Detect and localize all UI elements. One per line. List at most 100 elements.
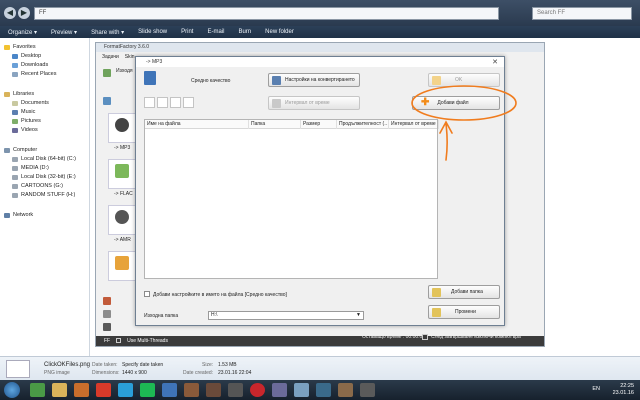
amr-tile[interactable] [108,205,136,235]
output-folder-label: Изходна папка [144,313,179,319]
mp3-format-icon [144,71,156,85]
app-icon-3[interactable] [316,383,331,397]
opera-app-icon[interactable] [96,383,111,397]
back-button[interactable]: ◀ [4,7,16,19]
taskbar: EN 22:25 23.01.16 [0,380,640,400]
date-taken-value[interactable]: Specify date taken [122,362,163,368]
nav-favorites[interactable]: Favorites [4,44,36,50]
mp3-tile[interactable] [108,113,136,143]
audio-category-icon[interactable] [103,97,111,105]
picture-category-icon[interactable] [103,297,111,305]
nav-drive-d[interactable]: MEDIA (D:) [12,165,49,171]
mp3-dialog: -> MP3 ✕ Средно качество Настройки на ко… [135,56,505,326]
share-with-menu[interactable]: Share with ▾ [91,29,124,36]
forward-button[interactable]: ▶ [18,7,30,19]
column-duration[interactable]: Продължителност (… [337,120,389,129]
check-icon [432,75,441,85]
time-interval-button[interactable]: Интервал от време [268,96,360,110]
nav-libraries[interactable]: Libraries [4,91,34,97]
email-button[interactable]: E-mail [207,29,224,35]
app-icon-5[interactable] [360,383,375,397]
search-input[interactable]: Search FF [532,7,632,20]
file-list[interactable]: Име на файла Папка Размер Продължителнос… [144,119,439,279]
amr-tile-label: -> AMR [114,237,131,243]
game-app-icon[interactable] [184,383,199,397]
organize-menu[interactable]: Organize ▾ [8,29,37,36]
flac-tile[interactable] [108,159,136,189]
nav-network[interactable]: Network [4,212,33,218]
clock-date[interactable]: 23.01.16 [613,390,634,397]
torrent-app-icon[interactable] [30,383,45,397]
skype-app-icon[interactable] [118,383,133,397]
app-icon-2[interactable] [272,383,287,397]
explorer-app-icon[interactable] [52,383,67,397]
clock-time[interactable]: 22:25 [613,383,634,390]
address-bar[interactable]: FF [34,7,499,20]
start-button[interactable] [4,382,20,398]
drive-icon [12,183,18,189]
rom-device-category-icon[interactable] [103,323,111,331]
add-file-button[interactable]: ✚ Добави файл [412,96,500,110]
record-app-icon[interactable] [250,383,265,397]
add-folder-button[interactable]: Добави папка [428,285,500,299]
slide-show-button[interactable]: Slide show [138,29,167,35]
append-setting-checkbox[interactable] [144,291,150,297]
nav-music[interactable]: Music [12,109,35,115]
folder-icon [432,307,441,317]
mp3-icon [115,118,129,132]
document-category-icon[interactable] [103,310,111,318]
quality-label: Средно качество [191,78,231,84]
shutdown-checkbox[interactable] [422,334,428,340]
plus-icon: ✚ [421,97,430,108]
formatfactory-app-icon[interactable] [162,383,177,397]
mp3-tile-label: -> MP3 [114,145,131,151]
column-filename[interactable]: Име на файла [145,120,249,129]
media-app-icon[interactable] [74,383,89,397]
nav-documents[interactable]: Documents [12,100,49,106]
output-folder-select[interactable]: H:\ ▼ [208,311,364,320]
nav-pictures[interactable]: Pictures [12,118,41,124]
nav-recent-places[interactable]: Recent Places [12,71,56,77]
nav-computer[interactable]: Computer [4,147,37,153]
spotify-app-icon[interactable] [140,383,155,397]
multithread-checkbox[interactable] [116,338,122,343]
clear-tool-button[interactable] [157,97,168,108]
play-tool-button[interactable] [183,97,194,108]
menu-tasks[interactable]: Задачи [102,54,119,60]
videos-icon [12,127,18,133]
drive-icon [12,165,18,171]
recent-places-icon [12,71,18,77]
language-indicator[interactable]: EN [592,386,600,393]
app-icon[interactable] [228,383,243,397]
stop-tool-button[interactable] [170,97,181,108]
drive-icon [12,192,18,198]
status-ff: FF [104,338,111,344]
nav-downloads[interactable]: Downloads [12,62,48,68]
nav-drive-e[interactable]: Local Disk (32-bit) (E:) [12,174,76,180]
nav-drive-g[interactable]: CARTOONS (G:) [12,183,63,189]
dimensions-label: Dimensions: [92,370,120,376]
menu-skin[interactable]: Skin [125,54,135,60]
burn-button[interactable]: Burn [238,29,251,35]
preview-menu[interactable]: Preview ▾ [51,29,77,36]
new-folder-button[interactable]: New folder [265,29,294,35]
close-icon[interactable]: ✕ [492,58,498,66]
app-icon-4[interactable] [338,383,353,397]
nav-drive-h[interactable]: RANDOM STUFF (H:) [12,192,75,198]
change-folder-button[interactable]: Промени [428,305,500,319]
output-settings-button[interactable]: Настройки на конвертирането [268,73,360,87]
column-size[interactable]: Размер [301,120,337,129]
nav-desktop[interactable]: Desktop [12,53,41,59]
column-folder[interactable]: Папка [249,120,301,129]
wma-tile[interactable] [108,251,136,281]
monitor-app-icon[interactable] [294,383,309,397]
ok-button[interactable]: OK [428,73,500,87]
game-app-icon-2[interactable] [206,383,221,397]
column-time-interval[interactable]: Интервал от време [389,120,439,129]
video-category-icon[interactable] [103,69,111,77]
remove-tool-button[interactable] [144,97,155,108]
flac-icon [115,164,129,178]
nav-drive-c[interactable]: Local Disk (64-bit) (C:) [12,156,76,162]
nav-videos[interactable]: Videos [12,127,38,133]
print-button[interactable]: Print [181,29,193,35]
